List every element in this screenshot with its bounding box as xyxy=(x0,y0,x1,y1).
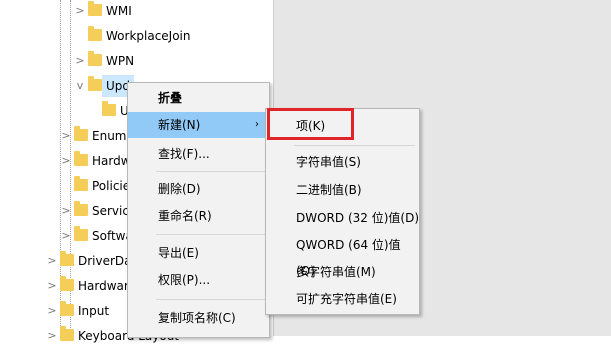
folder-icon xyxy=(88,51,102,66)
chevron-right-icon[interactable]: > xyxy=(74,0,86,22)
chevron-right-icon[interactable]: > xyxy=(74,50,86,72)
menu-item-collapse[interactable]: 折叠 xyxy=(128,85,269,111)
chevron-right-icon[interactable]: > xyxy=(46,300,58,322)
folder-icon xyxy=(88,26,102,41)
chevron-right-icon[interactable]: > xyxy=(60,225,72,247)
chevron-right-icon[interactable]: > xyxy=(60,150,72,172)
chevron-right-icon: › xyxy=(255,119,259,130)
menu-item-label: 新建(N) xyxy=(158,118,201,132)
menu-item-export[interactable]: 导出(E) xyxy=(128,240,269,266)
highlight-box xyxy=(267,108,354,140)
tree-item-label: Enum xyxy=(92,129,127,143)
folder-icon xyxy=(74,126,88,141)
menu-item-copy-key-name[interactable]: 复制项名称(C) xyxy=(128,305,269,331)
menu-item-multi-string-value[interactable]: 多字符串值(M) xyxy=(266,259,419,285)
folder-icon xyxy=(74,226,88,241)
menu-item-string-value[interactable]: 字符串值(S) xyxy=(266,149,419,175)
tree-item-label: WMI xyxy=(106,4,132,18)
tree-item-label: WPN xyxy=(106,54,135,68)
folder-icon xyxy=(74,176,88,191)
chevron-right-icon[interactable]: > xyxy=(46,275,58,297)
chevron-down-icon[interactable]: v xyxy=(74,75,86,97)
tree-item-label: WorkplaceJoin xyxy=(106,29,191,43)
chevron-right-icon[interactable]: > xyxy=(60,200,72,222)
chevron-right-icon[interactable]: > xyxy=(46,250,58,272)
folder-icon xyxy=(88,1,102,16)
folder-icon xyxy=(60,251,74,266)
folder-icon xyxy=(60,301,74,316)
menu-item-find[interactable]: 查找(F)... xyxy=(128,141,269,167)
menu-item-new[interactable]: 新建(N) › xyxy=(128,112,269,138)
folder-icon xyxy=(74,201,88,216)
menu-item-rename[interactable]: 重命名(R) xyxy=(128,203,269,229)
menu-separator xyxy=(294,145,415,146)
chevron-right-icon[interactable]: > xyxy=(46,325,58,347)
menu-item-expandable-string-value[interactable]: 可扩充字符串值(E) xyxy=(266,286,419,312)
folder-icon xyxy=(74,151,88,166)
menu-separator xyxy=(156,299,265,300)
menu-item-binary-value[interactable]: 二进制值(B) xyxy=(266,177,419,203)
folder-icon xyxy=(60,326,74,341)
folder-icon xyxy=(60,276,74,291)
chevron-right-icon[interactable]: > xyxy=(60,125,72,147)
folder-icon xyxy=(102,101,116,116)
menu-separator xyxy=(156,234,265,235)
menu-item-qword-value[interactable]: QWORD (64 位)值(Q) xyxy=(266,232,419,278)
menu-item-delete[interactable]: 删除(D) xyxy=(128,176,269,202)
menu-item-permissions[interactable]: 权限(P)... xyxy=(128,267,269,293)
context-menu: 折叠 新建(N) › 查找(F)... 删除(D) 重命名(R) 导出(E) 权… xyxy=(127,82,270,338)
folder-icon xyxy=(88,76,102,91)
tree-item-label: Input xyxy=(78,304,110,318)
menu-item-dword-value[interactable]: DWORD (32 位)值(D) xyxy=(266,205,419,231)
menu-separator xyxy=(156,171,265,172)
